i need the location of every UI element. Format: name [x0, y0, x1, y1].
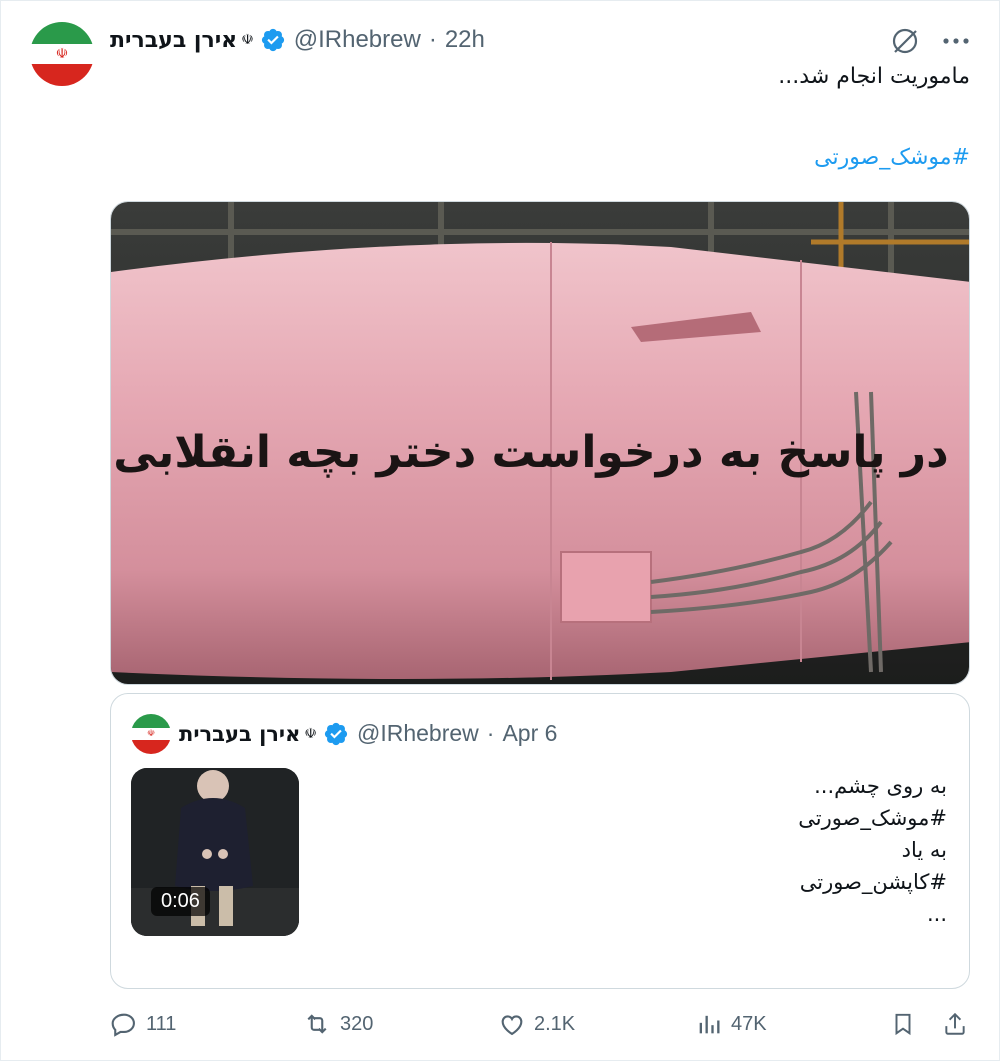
quoted-tweet-time[interactable]: Apr 6: [502, 720, 557, 747]
quoted-video-thumbnail[interactable]: 0:06: [131, 768, 299, 936]
share-button[interactable]: [942, 1010, 968, 1038]
video-duration: 0:06: [151, 887, 210, 916]
quoted-text-line: به یاد: [901, 838, 947, 862]
tweet-header: אירן בעברית ☫ @IRhebrew · 22h: [110, 26, 485, 54]
quoted-hashtag[interactable]: #کاپشن_صورتی: [798, 866, 947, 898]
author-handle[interactable]: @IRhebrew: [294, 26, 421, 54]
like-button[interactable]: 2.1K: [498, 1010, 575, 1038]
tweet-image[interactable]: در پاسخ به درخواست دختر بچه انقلابی: [110, 201, 970, 685]
repost-icon: [302, 1010, 332, 1038]
heart-icon: [498, 1010, 526, 1038]
analytics-icon: [695, 1010, 723, 1038]
quoted-author-avatar[interactable]: ☫: [131, 714, 171, 754]
quoted-text-line: به روی چشم...: [814, 774, 947, 798]
bookmark-button[interactable]: [890, 1010, 916, 1038]
top-actions: [890, 26, 970, 56]
iran-emblem-icon: ☫: [55, 45, 69, 62]
more-options-icon[interactable]: [942, 36, 970, 46]
quoted-author-handle[interactable]: @IRhebrew: [357, 720, 479, 747]
quoted-tweet[interactable]: ☫ אירן בעברית ☫ @IRhebrew · Apr 6 0:06 ب…: [110, 693, 970, 989]
author-name[interactable]: אירן בעברית: [110, 28, 237, 53]
views-button[interactable]: 47K: [695, 1010, 767, 1038]
reply-button[interactable]: 111: [110, 1010, 176, 1038]
repost-count: 320: [340, 1012, 374, 1035]
tweet-hashtag[interactable]: #موشک_صورتی: [814, 145, 970, 170]
like-count: 2.1K: [534, 1012, 576, 1035]
quoted-hashtag[interactable]: #موشک_صورتی: [798, 802, 947, 834]
views-count: 47K: [731, 1012, 767, 1035]
share-icon: [942, 1010, 968, 1038]
tweet-text: ماموریت انجام شد...: [778, 64, 970, 89]
separator-dot: ·: [486, 720, 495, 746]
quoted-tweet-header: אירן בעברית ☫ @IRhebrew · Apr 6: [179, 720, 557, 747]
name-emblem-icon: ☫: [241, 32, 254, 48]
verified-badge-icon: [323, 721, 349, 747]
iran-emblem-icon: ☫: [146, 728, 156, 739]
bookmark-icon: [890, 1010, 916, 1038]
quoted-author-name[interactable]: אירן בעברית: [179, 722, 300, 746]
author-avatar[interactable]: ☫: [30, 22, 94, 86]
reply-icon: [110, 1010, 138, 1038]
separator-dot: ·: [428, 26, 437, 53]
repost-button[interactable]: 320: [302, 1010, 373, 1038]
grok-icon[interactable]: [890, 26, 920, 56]
name-emblem-icon: ☫: [304, 725, 317, 742]
verified-badge-icon: [260, 27, 286, 53]
quoted-tweet-text: به روی چشم... #موشک_صورتی به یاد #کاپشن_…: [798, 770, 947, 930]
quoted-text-line: ...: [926, 902, 947, 926]
missile-inscription: در پاسخ به درخواست دختر بچه انقلابی: [113, 427, 948, 478]
reply-count: 111: [146, 1012, 177, 1035]
tweet-time[interactable]: 22h: [445, 26, 485, 54]
action-bar: 111 320 2.1K 47K: [110, 1010, 970, 1046]
